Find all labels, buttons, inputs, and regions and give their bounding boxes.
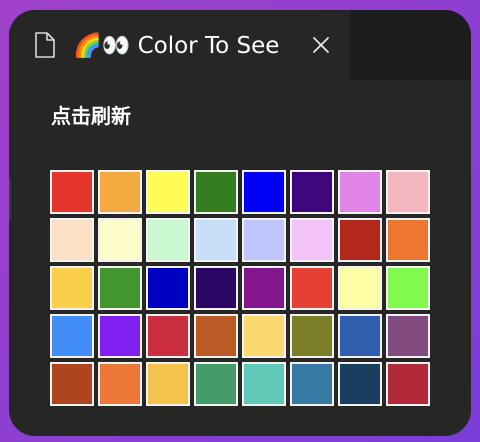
color-swatch[interactable] bbox=[146, 170, 190, 214]
color-swatch[interactable] bbox=[98, 266, 142, 310]
color-swatch[interactable] bbox=[194, 170, 238, 214]
color-swatch[interactable] bbox=[242, 218, 286, 262]
color-swatch[interactable] bbox=[242, 266, 286, 310]
color-swatch[interactable] bbox=[50, 266, 94, 310]
color-swatch[interactable] bbox=[338, 170, 382, 214]
color-swatch[interactable] bbox=[146, 362, 190, 406]
panel-edge-handle bbox=[9, 178, 11, 220]
color-swatch[interactable] bbox=[98, 218, 142, 262]
color-swatch[interactable] bbox=[386, 218, 430, 262]
color-swatch-grid bbox=[50, 170, 430, 406]
tab-bar: 🌈👀 Color To See bbox=[9, 10, 471, 80]
color-swatch[interactable] bbox=[50, 314, 94, 358]
color-swatch[interactable] bbox=[338, 218, 382, 262]
color-swatch[interactable] bbox=[338, 314, 382, 358]
file-icon bbox=[35, 32, 55, 58]
color-swatch[interactable] bbox=[290, 218, 334, 262]
tab-color-to-see[interactable]: 🌈👀 Color To See bbox=[9, 10, 350, 80]
color-swatch[interactable] bbox=[242, 170, 286, 214]
color-swatch[interactable] bbox=[338, 266, 382, 310]
color-swatch[interactable] bbox=[386, 314, 430, 358]
color-swatch[interactable] bbox=[386, 362, 430, 406]
color-swatch[interactable] bbox=[290, 314, 334, 358]
color-swatch[interactable] bbox=[242, 314, 286, 358]
color-swatch[interactable] bbox=[194, 266, 238, 310]
color-swatch[interactable] bbox=[386, 170, 430, 214]
color-swatch[interactable] bbox=[98, 314, 142, 358]
color-swatch[interactable] bbox=[98, 362, 142, 406]
color-swatch[interactable] bbox=[194, 218, 238, 262]
refresh-button[interactable]: 点击刷新 bbox=[51, 102, 131, 130]
color-swatch[interactable] bbox=[338, 362, 382, 406]
close-icon[interactable] bbox=[311, 35, 331, 55]
tab-title: 🌈👀 Color To See bbox=[73, 33, 280, 59]
color-swatch[interactable] bbox=[290, 266, 334, 310]
color-swatch[interactable] bbox=[50, 362, 94, 406]
color-swatch[interactable] bbox=[50, 170, 94, 214]
color-swatch[interactable] bbox=[146, 218, 190, 262]
color-swatch[interactable] bbox=[50, 218, 94, 262]
app-window: 🌈👀 Color To See 点击刷新 bbox=[9, 10, 471, 436]
color-swatch[interactable] bbox=[290, 362, 334, 406]
color-swatch[interactable] bbox=[194, 362, 238, 406]
color-swatch[interactable] bbox=[290, 170, 334, 214]
color-swatch[interactable] bbox=[98, 170, 142, 214]
color-swatch[interactable] bbox=[242, 362, 286, 406]
color-swatch[interactable] bbox=[194, 314, 238, 358]
color-swatch[interactable] bbox=[146, 266, 190, 310]
color-swatch[interactable] bbox=[386, 266, 430, 310]
color-swatch[interactable] bbox=[146, 314, 190, 358]
